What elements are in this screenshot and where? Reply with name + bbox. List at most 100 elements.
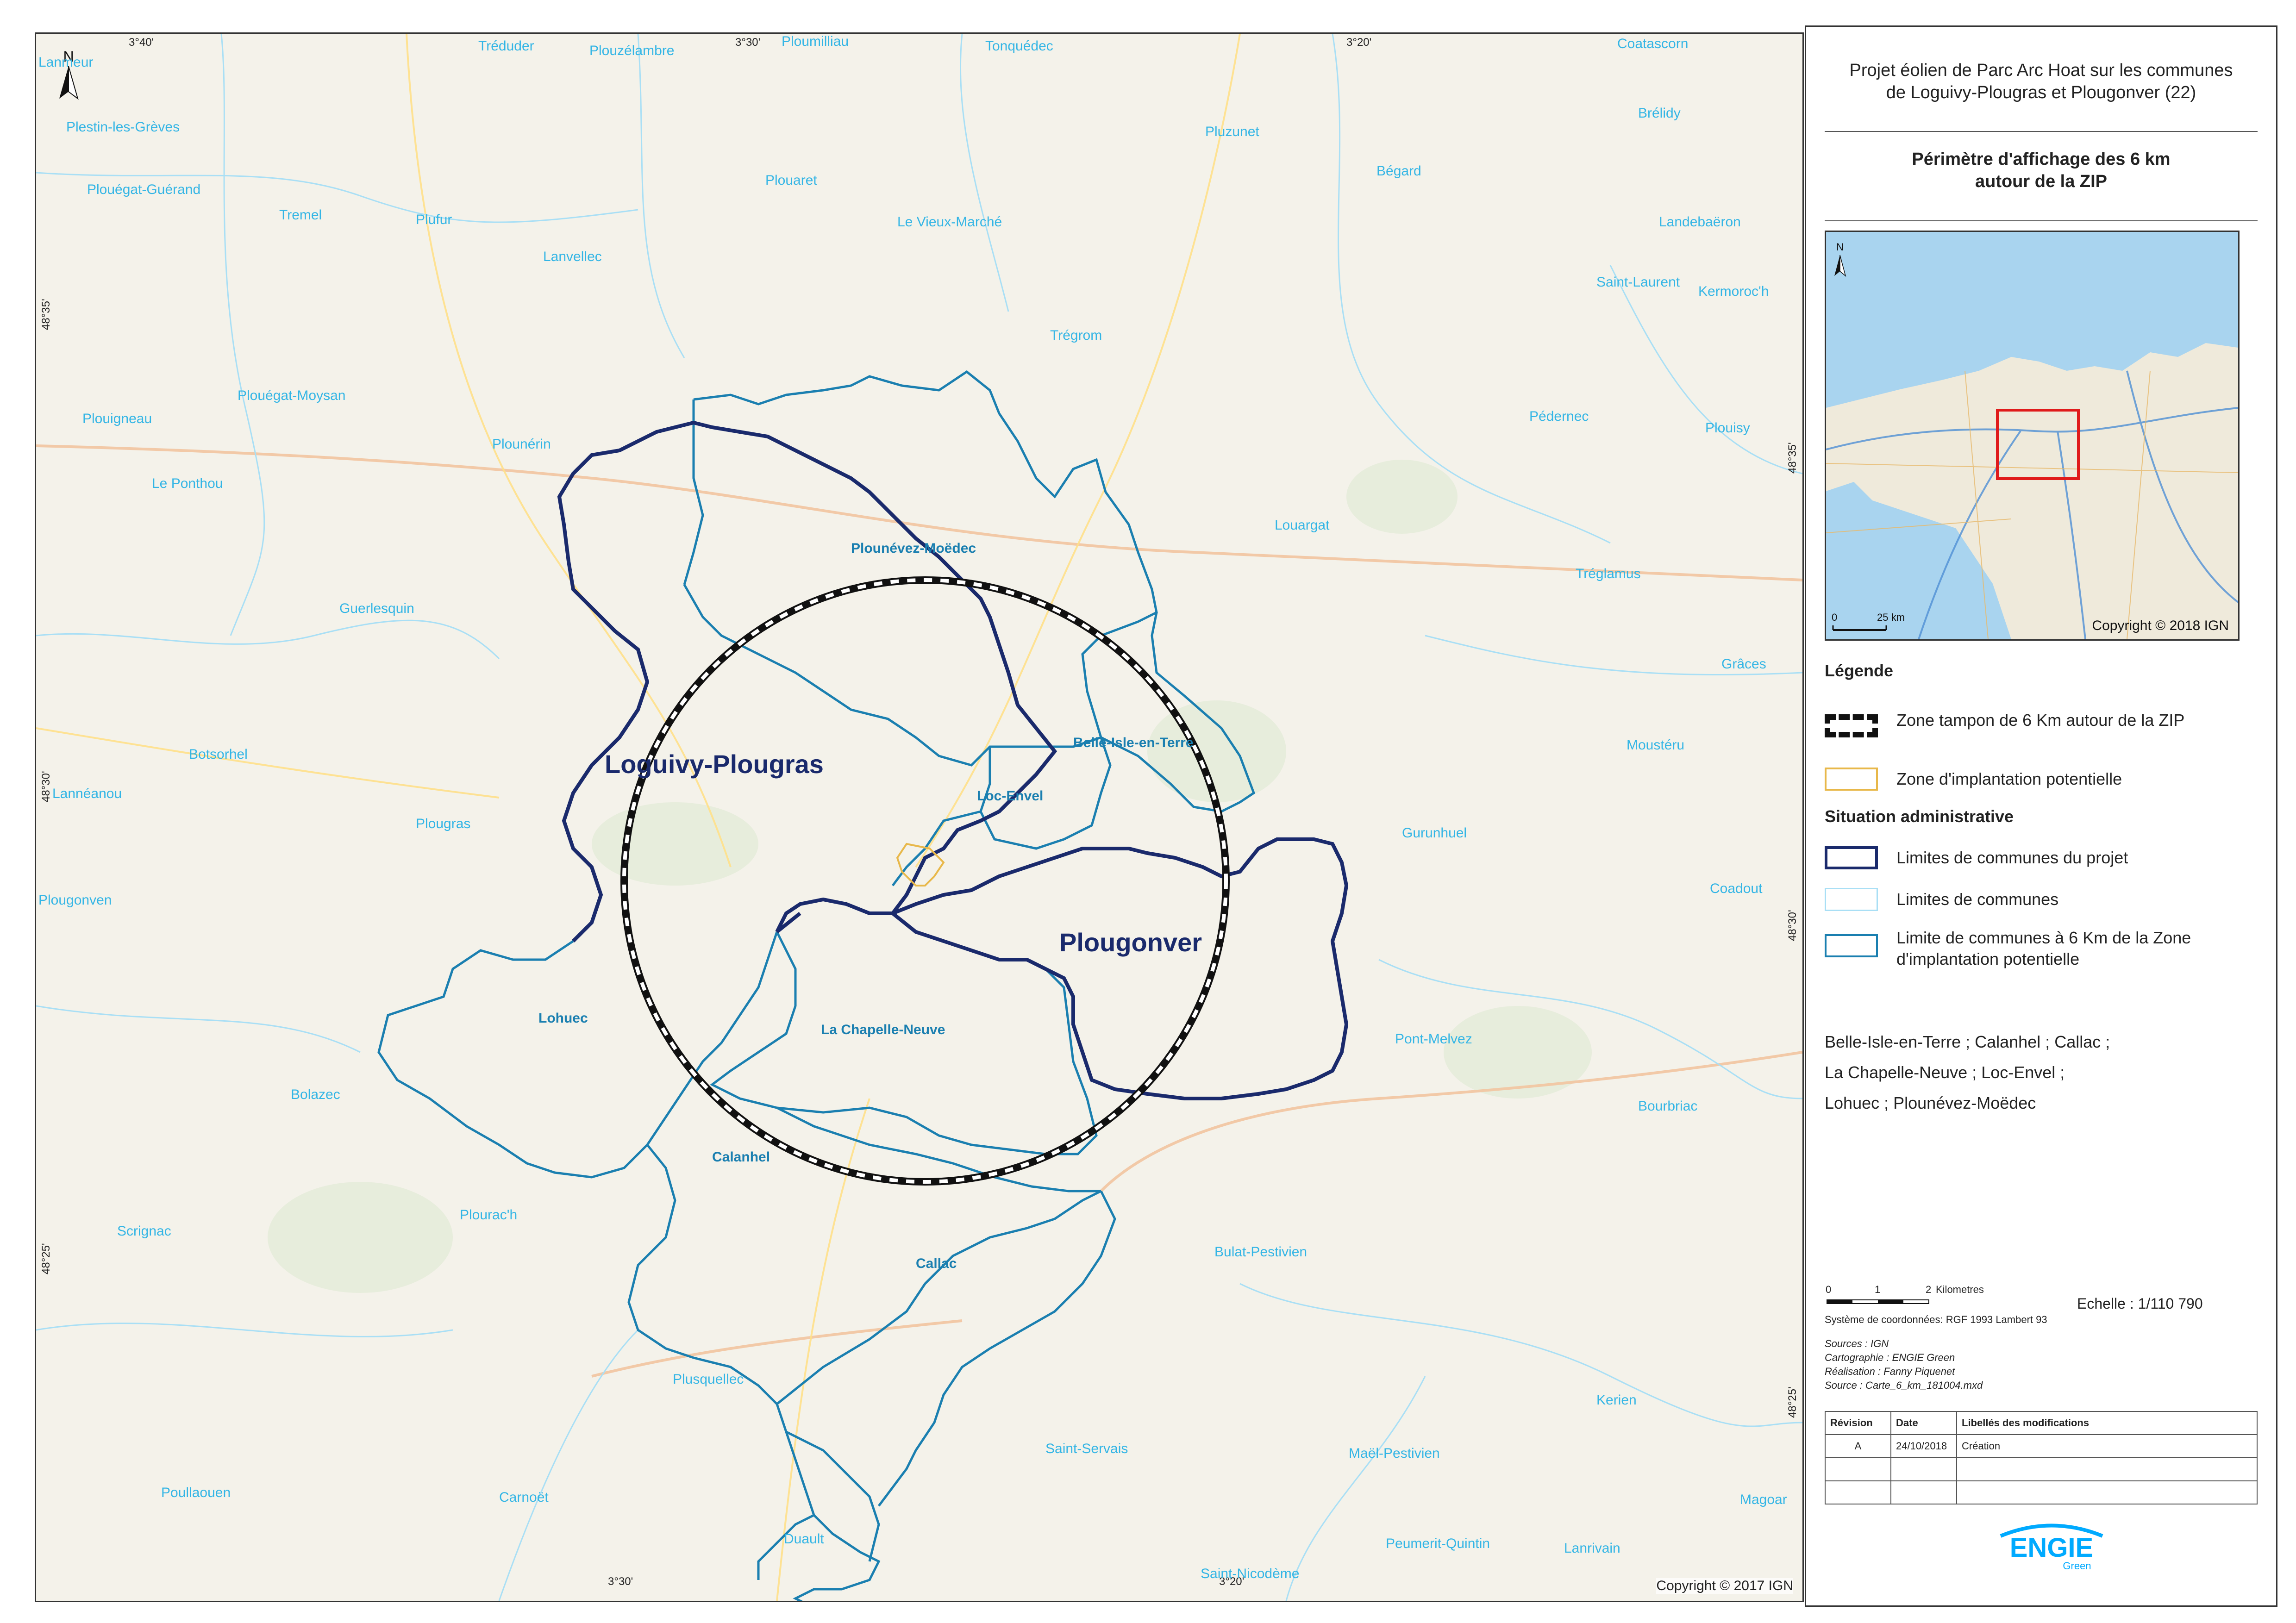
- coordinate-system: Système de coordonnées: RGF 1993 Lambert…: [1825, 1314, 2047, 1325]
- table-row: A 24/10/2018 Création: [1825, 1434, 2258, 1458]
- place-label: Carnoët: [499, 1490, 549, 1505]
- coord-top-1: 3°40': [129, 36, 154, 49]
- place-label: Plounérin: [492, 437, 551, 452]
- scale-ratio: Echelle : 1/110 790: [2077, 1295, 2203, 1312]
- label-plougonver: Plougonver: [1059, 928, 1202, 957]
- place-label: Coatascorn: [1617, 36, 1689, 51]
- legend-swatch-project-limits: [1825, 846, 1878, 869]
- place-label: Bulat-Pestivien: [1214, 1244, 1308, 1260]
- project-title-line1: Projet éolien de Parc Arc Hoat sur les c…: [1849, 61, 2233, 80]
- scale-tick-0: 0: [1826, 1284, 1832, 1295]
- table-row: [1825, 1457, 2258, 1481]
- svg-text:Green: Green: [2063, 1560, 2091, 1572]
- map-subtitle-line2: autour de la ZIP: [1975, 172, 2108, 191]
- place-label: Botsorhel: [189, 747, 248, 762]
- place-label: Saint-Laurent: [1596, 275, 1680, 290]
- legend-label-project-limits: Limites de communes du projet: [1896, 848, 2128, 867]
- table-header-row: Révision Date Libellés des modifications: [1825, 1411, 2258, 1435]
- place-label: Lanvellec: [543, 249, 602, 264]
- place-label: Plouisy: [1705, 420, 1750, 436]
- svg-text:N: N: [1836, 241, 1844, 253]
- legend-panel: Projet éolien de Parc Arc Hoat sur les c…: [1805, 25, 2277, 1607]
- legend-heading: Légende: [1825, 661, 1894, 680]
- place-label: Lanmeur: [38, 55, 94, 70]
- scale-unit: Kilometres: [1936, 1284, 1984, 1295]
- source-line: Source : Carte_6_km_181004.mxd: [1825, 1380, 1983, 1391]
- place-label: Tonquédec: [985, 38, 1053, 54]
- place-label: Kermoroc'h: [1698, 284, 1769, 299]
- place-label: Bourbriac: [1638, 1099, 1698, 1114]
- coord-right-2: 48°30': [1786, 910, 1799, 941]
- place-label: Le Ponthou: [152, 476, 223, 491]
- place-label: Pédernec: [1529, 409, 1589, 424]
- source-line: Cartographie : ENGIE Green: [1825, 1352, 1955, 1363]
- inset-map-canvas: N 0 25 km Copyright © 2018 IGN: [1826, 232, 2238, 639]
- sources-block: Sources : IGN Cartographie : ENGIE Green…: [1825, 1337, 1983, 1392]
- place-label: Plusquellec: [673, 1372, 744, 1387]
- cell-revision: [1825, 1457, 1891, 1481]
- place-label: Plouaret: [765, 173, 817, 188]
- label-belle-isle-en-terre: Belle-Isle-en-Terre: [1073, 735, 1194, 750]
- legend-label-six-km-limits: Limite de communes à 6 Km de la Zone d'i…: [1896, 928, 2191, 968]
- map-canvas: [36, 34, 1802, 1601]
- legend-swatch-zip: [1825, 768, 1878, 791]
- place-label: Pluzunet: [1205, 124, 1259, 139]
- place-label: Ploumilliau: [782, 34, 849, 49]
- scale-tick-2: 2: [1926, 1284, 1932, 1295]
- place-label: Plufur: [416, 212, 452, 227]
- place-label: Saint-Servais: [1045, 1441, 1128, 1456]
- place-label: Plougras: [416, 816, 471, 831]
- place-label: Gurunhuel: [1402, 825, 1467, 841]
- map-frame[interactable]: N 3°40' 3°30' 3°20' 3°30' 3°20' 48°35' 4…: [35, 32, 1804, 1602]
- legend-admin-heading: Situation administrative: [1825, 807, 2014, 826]
- legend-swatch-six-km-limits: [1825, 934, 1878, 957]
- place-label: Bégard: [1376, 163, 1421, 179]
- engie-logo: ENGIE Green: [2000, 1523, 2103, 1572]
- table-row: [1825, 1480, 2258, 1504]
- place-label: Tréglamus: [1576, 566, 1641, 581]
- divider: [1825, 220, 2258, 221]
- label-callac: Callac: [916, 1256, 957, 1271]
- label-calanhel: Calanhel: [712, 1149, 770, 1165]
- place-label: Plestin-les-Grèves: [66, 119, 180, 135]
- place-label: Plouzélambre: [589, 43, 675, 58]
- legend-swatch-buffer: [1825, 714, 1878, 737]
- label-lohuec: Lohuec: [538, 1011, 588, 1026]
- scale-tick-1: 1: [1875, 1284, 1881, 1295]
- place-label: Magoar: [1740, 1492, 1787, 1507]
- label-loc-envel: Loc-Envel: [977, 788, 1044, 804]
- revision-table: Révision Date Libellés des modifications…: [1825, 1411, 2258, 1504]
- cell-revision: A: [1825, 1434, 1891, 1458]
- coord-top-3: 3°20': [1346, 36, 1372, 49]
- svg-text:0: 0: [1832, 612, 1837, 623]
- place-label: Lanrivain: [1564, 1541, 1620, 1556]
- scale-bar: [1827, 1299, 1929, 1304]
- place-label: Lannéanou: [52, 786, 122, 801]
- place-label: Le Vieux-Marché: [897, 214, 1002, 230]
- place-label: Tréduder: [478, 38, 534, 54]
- coord-bottom-1: 3°30': [608, 1575, 633, 1588]
- label-plounevez-moedec: Plounévez-Moëdec: [851, 541, 976, 556]
- place-label: Saint-Nicodème: [1201, 1566, 1300, 1581]
- place-label: Duault: [784, 1531, 824, 1547]
- communes-list-line: La Chapelle-Neuve ; Loc-Envel ;: [1825, 1063, 2065, 1082]
- communes-list-line: Lohuec ; Plounévez-Moëdec: [1825, 1093, 2036, 1112]
- source-line: Sources : IGN: [1825, 1338, 1889, 1349]
- inset-map[interactable]: N 0 25 km Copyright © 2018 IGN: [1825, 231, 2240, 641]
- place-label: Coadout: [1710, 881, 1763, 896]
- map-subtitle-line1: Périmètre d'affichage des 6 km: [1912, 150, 2171, 169]
- place-label: Louargat: [1275, 518, 1330, 533]
- place-label: Scrignac: [117, 1223, 171, 1239]
- place-label: Moustéru: [1627, 737, 1685, 753]
- source-line: Réalisation : Fanny Piquenet: [1825, 1366, 1955, 1377]
- col-header-changes: Libellés des modifications: [1956, 1411, 2258, 1435]
- svg-text:ENGIE: ENGIE: [2010, 1533, 2094, 1563]
- six-km-communes-list: Belle-Isle-en-Terre ; Calanhel ; Callac …: [1825, 1027, 2241, 1118]
- place-label: Kerien: [1596, 1392, 1637, 1408]
- place-label: Plourac'h: [460, 1207, 518, 1223]
- place-label: Pont-Melvez: [1395, 1031, 1472, 1047]
- place-label: Landebaëron: [1659, 214, 1741, 230]
- legend-label-zip: Zone d'implantation potentielle: [1896, 769, 2122, 788]
- cell-date: [1890, 1480, 1957, 1504]
- place-label: Maël-Pestivien: [1349, 1446, 1440, 1461]
